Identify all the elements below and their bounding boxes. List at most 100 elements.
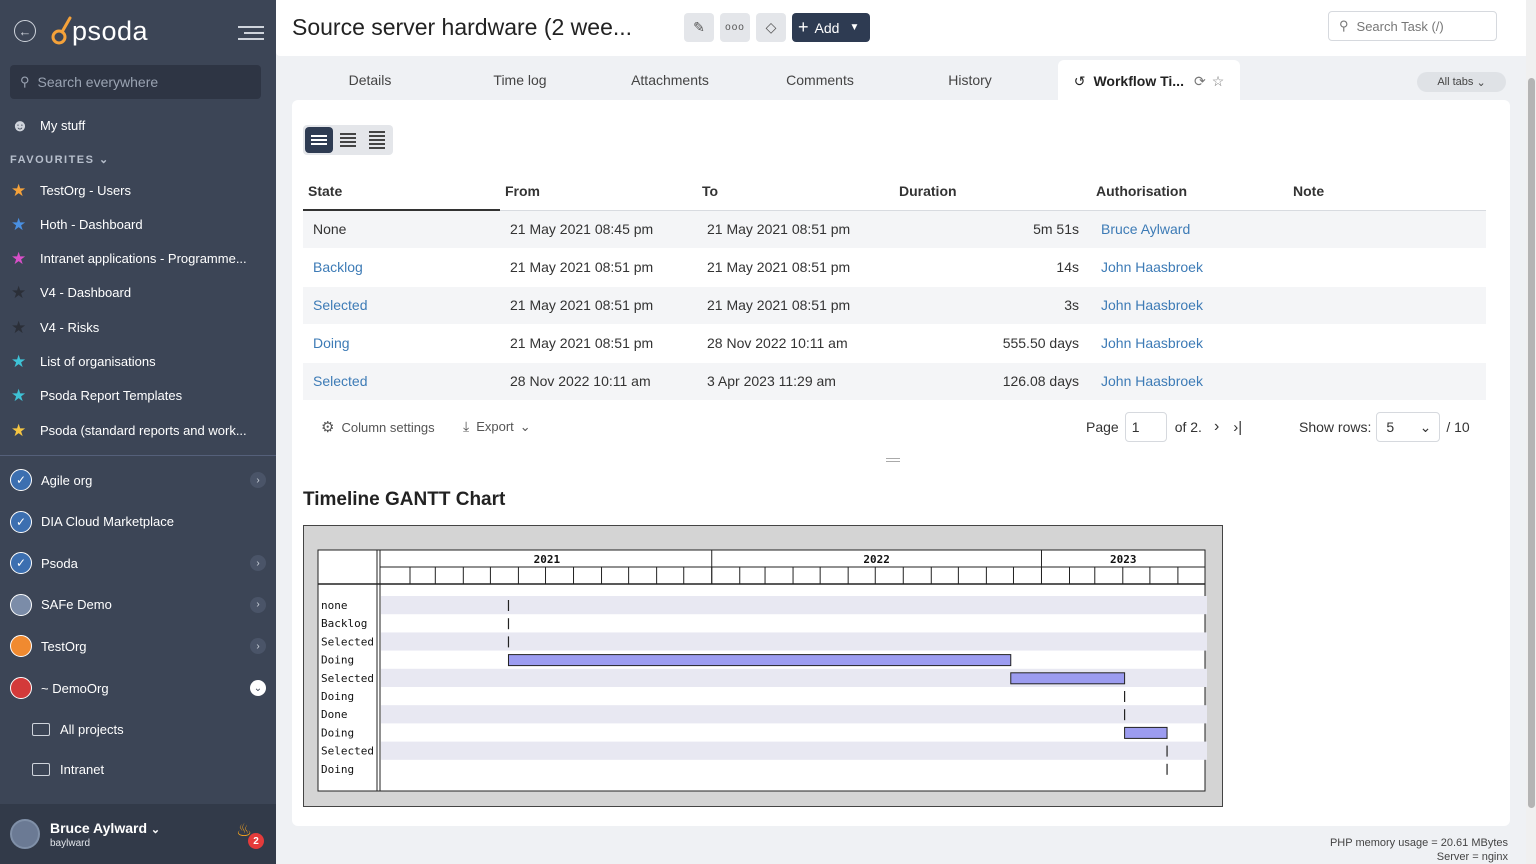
psoda-logo[interactable]: psoda — [50, 14, 148, 48]
column-settings-label: Column settings — [341, 419, 435, 435]
scrollbar-thumb[interactable] — [1528, 78, 1535, 808]
org-item[interactable]: TestOrg › — [0, 628, 276, 664]
chevron-right-icon[interactable]: › — [250, 638, 266, 655]
column-header-state[interactable]: State — [303, 172, 500, 211]
favourite-label: Hoth - Dashboard — [40, 216, 143, 232]
more-icon: ooo — [725, 22, 745, 33]
state-link[interactable]: Backlog — [313, 259, 363, 275]
tag-icon: ◇ — [765, 19, 777, 35]
org-item[interactable]: ✓ DIA Cloud Marketplace — [0, 504, 276, 540]
chevron-right-icon[interactable]: › — [250, 472, 266, 488]
chevron-down-icon: ⌄ — [99, 154, 110, 166]
org-item[interactable]: ~ DemoOrg ⌄ — [0, 670, 276, 706]
gantt-bar — [507, 654, 1012, 667]
favourite-item[interactable]: ★ TestOrg - Users — [0, 175, 276, 205]
search-icon: ⚲ — [1339, 18, 1349, 33]
user-link[interactable]: John Haasbroek — [1101, 259, 1203, 275]
chevron-down-icon[interactable]: ⌄ — [250, 680, 266, 696]
edit-button[interactable]: ✎ — [684, 13, 714, 42]
org-item[interactable]: ✓ Agile org › — [0, 462, 276, 498]
briefcase-icon — [32, 722, 50, 736]
sidebar-header: ← psoda — [0, 0, 276, 66]
cell-state: Backlog — [303, 248, 500, 287]
favourite-item[interactable]: ★ V4 - Risks — [0, 312, 276, 342]
tab-workflow-timeline[interactable]: ↺ Workflow Ti... ⟳ ☆ — [1058, 60, 1240, 102]
column-header-to[interactable]: To — [697, 172, 894, 211]
view-comfortable-button[interactable] — [305, 127, 333, 153]
org-item[interactable]: SAFe Demo › — [0, 587, 276, 623]
add-button[interactable]: + Add ▼ — [792, 13, 870, 42]
column-header-note[interactable]: Note — [1288, 172, 1486, 211]
column-settings-button[interactable]: ⚙ Column settings — [321, 418, 435, 436]
all-tabs-dropdown[interactable]: All tabs ⌄ — [1417, 72, 1506, 92]
org-item[interactable]: ✓ Psoda › — [0, 545, 276, 581]
user-link[interactable]: John Haasbroek — [1101, 297, 1203, 313]
back-icon[interactable]: ← — [14, 20, 36, 42]
cell-note — [1288, 362, 1486, 401]
task-search-input[interactable]: ⚲ Search Task (/) — [1328, 11, 1497, 41]
global-search-input[interactable]: ⚲ Search everywhere — [10, 65, 261, 99]
org-sub-item[interactable]: All projects — [0, 714, 276, 744]
chevron-down-icon: ▼ — [849, 22, 860, 33]
gantt-row-stripe — [381, 705, 1207, 724]
last-page-icon[interactable]: ›| — [1233, 419, 1242, 436]
tab-comments[interactable]: Comments — [742, 60, 898, 100]
gantt-row-label: Done — [321, 708, 348, 721]
resize-handle[interactable] — [886, 456, 900, 464]
favourite-label: List of organisations — [40, 354, 156, 369]
my-stuff-label: My stuff — [40, 117, 86, 133]
org-label: SAFe Demo — [41, 597, 112, 613]
gantt-row-label: Doing — [321, 654, 354, 667]
chevron-right-icon[interactable]: › — [250, 555, 266, 572]
state-link[interactable]: Selected — [313, 297, 367, 313]
tab-attachments[interactable]: Attachments — [592, 60, 748, 100]
user-link[interactable]: John Haasbroek — [1101, 335, 1203, 351]
favourite-item[interactable]: ★ Psoda (standard reports and work... — [0, 415, 276, 445]
my-stuff-link[interactable]: ☻ My stuff — [0, 110, 276, 140]
tag-button[interactable]: ◇ — [756, 13, 786, 42]
server-name: Server = nginx — [1436, 851, 1508, 863]
favourite-item[interactable]: ★ V4 - Dashboard — [0, 278, 276, 308]
page-number-input[interactable]: 1 — [1124, 412, 1167, 442]
page-title: Source server hardware (2 wee... — [292, 14, 633, 40]
favourite-item[interactable]: ★ Intranet applications - Programme... — [0, 244, 276, 274]
user-link[interactable]: John Haasbroek — [1101, 373, 1203, 389]
view-compact-button[interactable] — [334, 127, 362, 153]
org-sub-item[interactable]: Intranet — [0, 754, 276, 784]
tab-details[interactable]: Details — [292, 60, 448, 100]
user-link[interactable]: Bruce Aylward — [1101, 221, 1190, 237]
favourite-item[interactable]: ★ Psoda Report Templates — [0, 381, 276, 411]
favourites-header[interactable]: FAVOURITES ⌄ — [10, 153, 110, 166]
main-area: Source server hardware (2 wee... ✎ ooo ◇… — [276, 0, 1536, 864]
star-icon: ★ — [11, 386, 27, 406]
refresh-icon[interactable]: ⟳ — [1194, 73, 1206, 90]
favourite-item[interactable]: ★ List of organisations — [0, 347, 276, 377]
gantt-chart: 2021 2022 2023 none Backlog Selected Doing Sele… — [303, 525, 1223, 807]
next-page-icon[interactable]: › — [1214, 418, 1219, 436]
collapse-sidebar-icon[interactable] — [238, 22, 264, 40]
chevron-down-icon: ⌄ — [1419, 418, 1432, 435]
favourite-item[interactable]: ★ Hoth - Dashboard — [0, 209, 276, 239]
cell-from: 28 Nov 2022 10:11 am — [500, 362, 697, 401]
cell-duration: 555.50 days — [894, 324, 1091, 363]
pagination: Page 1 of 2. › ›| — [1086, 412, 1242, 442]
star-icon[interactable]: ☆ — [1212, 73, 1225, 90]
column-header-duration[interactable]: Duration — [894, 172, 1091, 211]
tab-history[interactable]: History — [892, 60, 1048, 100]
tab-time-log[interactable]: Time log — [442, 60, 598, 100]
state-link[interactable]: Doing — [313, 335, 350, 351]
column-header-from[interactable]: From — [500, 172, 697, 211]
view-dense-button[interactable] — [363, 127, 391, 153]
gantt-row-label: Selected — [321, 672, 374, 685]
user-menu[interactable]: Bruce Aylward ⌄ baylward — [0, 804, 276, 864]
column-header-authorisation[interactable]: Authorisation — [1091, 172, 1288, 211]
state-link[interactable]: Selected — [313, 373, 367, 389]
more-button[interactable]: ooo — [720, 13, 750, 42]
cell-duration: 5m 51s — [894, 210, 1091, 249]
history-icon: ↺ — [1073, 72, 1086, 89]
chevron-right-icon[interactable]: › — [250, 596, 266, 613]
top-bar: Source server hardware (2 wee... ✎ ooo ◇… — [276, 0, 1526, 56]
tab-bar: Details Time log Attachments Comments Hi… — [292, 60, 1510, 102]
rows-per-page-select[interactable]: 5 ⌄ — [1376, 412, 1441, 442]
export-button[interactable]: ⤓ Export ⌄ — [463, 418, 531, 435]
